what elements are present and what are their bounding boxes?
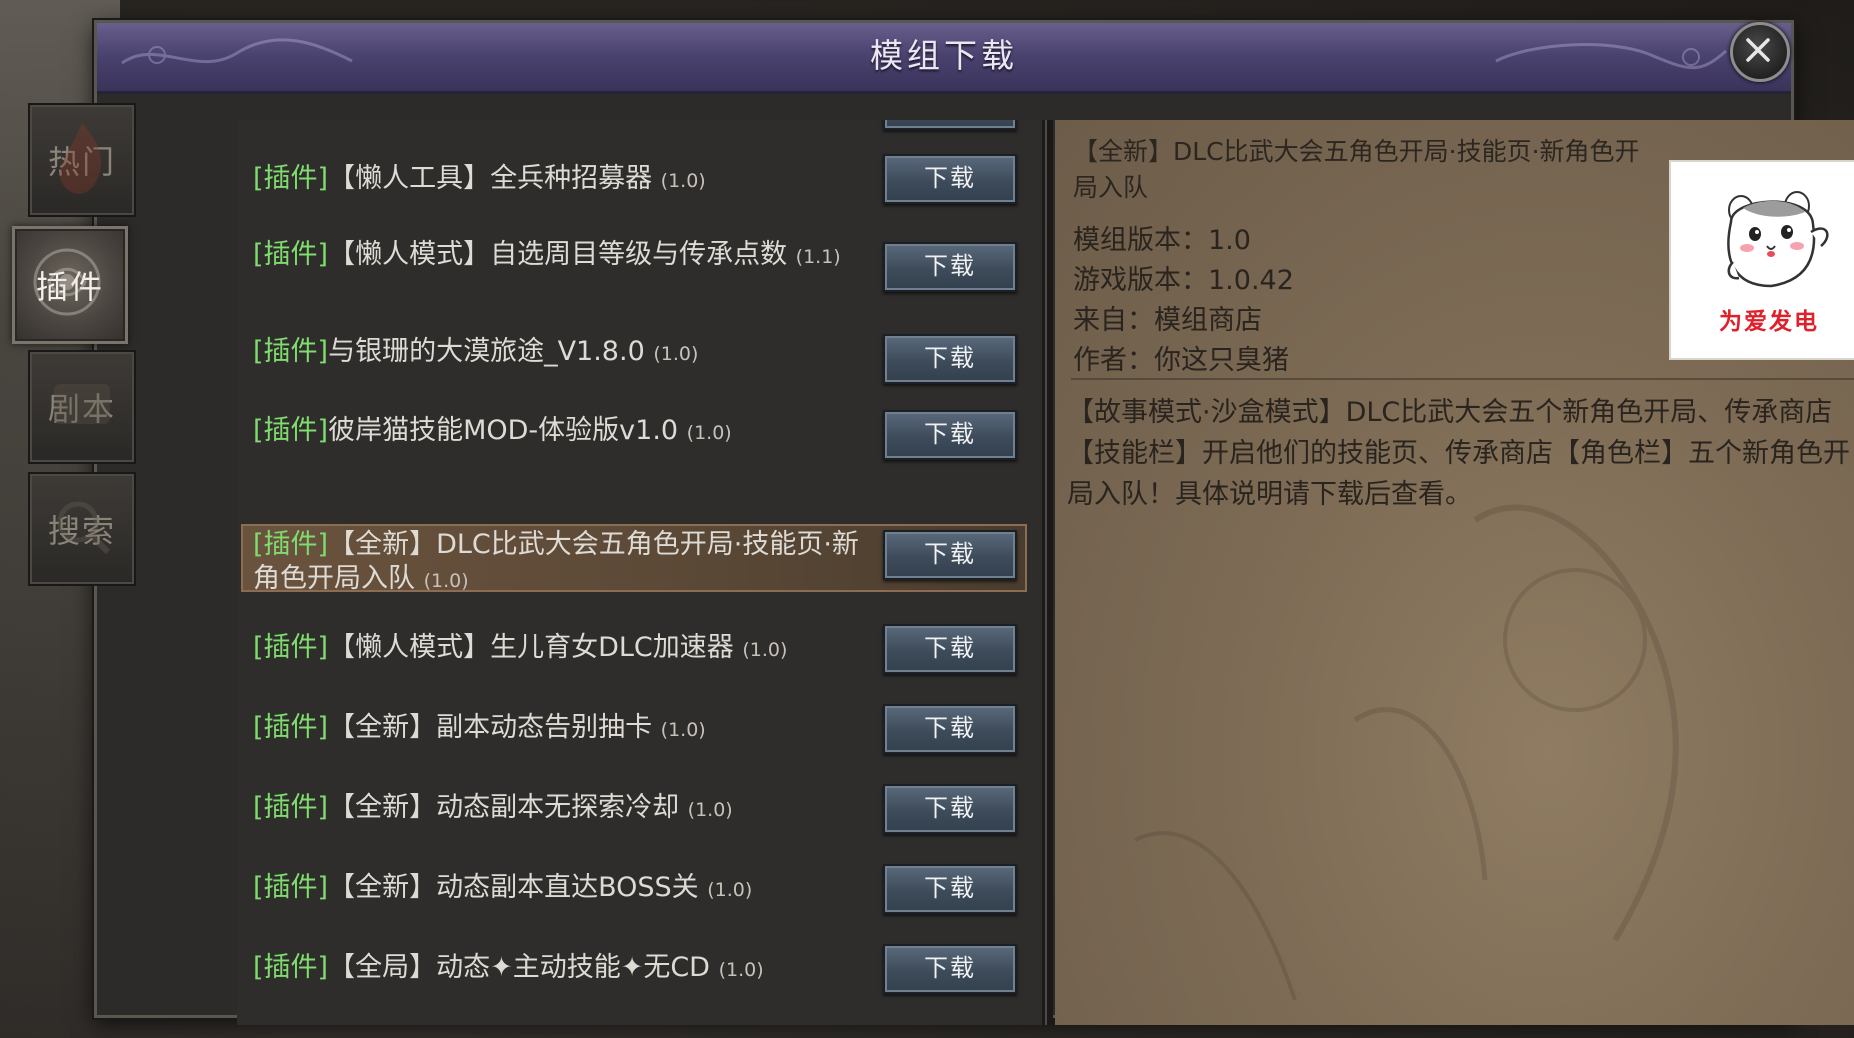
tab-hot[interactable]: 热门 [28,103,136,217]
download-button[interactable]: 下载 [883,530,1017,580]
detail-author: 作者：你这只臭猪 [1073,345,1289,376]
mod-name: 【全局】动态✦主动技能✦无CD [328,952,710,983]
mod-type-tag: [插件] [253,529,329,560]
detail-title: 【全新】DLC比武大会五角色开局·技能页·新角色开局入队 [1073,137,1640,202]
mod-type-tag: [插件] [253,336,329,367]
tab-search[interactable]: 搜索 [28,472,136,586]
tab-scenario[interactable]: 剧本 [28,350,136,464]
mod-version-badge: (1.0) [660,719,706,741]
thumbnail-caption: 为爱发电 [1719,309,1819,335]
mod-type-tag: [插件] [253,163,329,194]
tab-plugins[interactable]: 插件 [12,226,128,344]
download-button[interactable]: 下载 [883,784,1017,834]
mod-type-tag: [插件] [253,872,329,903]
mod-detail-panel: 【全新】DLC比武大会五角色开局·技能页·新角色开局入队 模组版本：1.0 游戏… [1055,120,1854,1025]
download-button[interactable]: 下载 [883,334,1017,384]
mod-name-label: [插件]与银珊的大漠旅途_V1.8.0 (1.0) [253,335,873,371]
rose-emblem-icon [33,248,101,316]
download-button[interactable]: 下载 [883,154,1017,204]
mod-version-badge: (1.0) [742,639,788,661]
mod-name-label: [插件]【全新】DLC比武大会五角色开局·技能页·新角色开局入队 (1.0) [253,528,873,598]
detail-divider [1071,378,1854,380]
mod-name: 彼岸猫技能MOD-体验版v1.0 [328,415,679,446]
mod-name: 【全新】DLC比武大会五角色开局·技能页·新角色开局入队 [253,529,859,594]
download-button[interactable]: 下载 [883,242,1017,292]
mod-name-label: [插件]【全新】动态副本无探索冷却 (1.0) [253,791,873,827]
mod-type-tag: [插件] [253,952,329,983]
detail-mod-version: 模组版本：1.0 [1073,225,1251,256]
mod-version-badge: (1.0) [686,422,732,444]
mod-name: 【全新】副本动态告别抽卡 [328,712,653,743]
mod-name: 【全新】动态副本直达BOSS关 [328,872,699,903]
mod-version-badge: (1.0) [687,799,733,821]
panel-divider [1045,120,1053,1025]
window-title: 模组下载 [870,36,1018,75]
mod-name-label: [插件]【全新】副本动态告别抽卡 (1.0) [253,711,873,747]
mod-version-badge: (1.0) [423,570,469,592]
mod-version-badge: (1.1) [795,246,841,268]
mod-type-tag: [插件] [253,239,329,270]
close-button[interactable] [1730,22,1790,82]
title-bar: 模组下载 [97,23,1791,94]
mod-type-tag: [插件] [253,712,329,743]
mod-name-label: [插件]【全新】动态副本直达BOSS关 (1.0) [253,871,873,907]
detail-description: 【故事模式·沙盒模式】DLC比武大会五个新角色开局、传承商店【技能栏】开启他们的… [1067,397,1850,510]
mod-version-badge: (1.0) [660,170,706,192]
mod-list-panel[interactable]: [插件]【懒人工具】全兵种招募器 (1.0) 下载 [插件]【懒人模式】自选周目等级… [237,120,1045,1025]
detail-source: 来自：模组商店 [1073,305,1262,336]
mod-type-tag: [插件] [253,792,329,823]
download-button[interactable]: 下载 [883,944,1017,994]
hamster-icon [1727,191,1829,288]
download-button-partial[interactable] [883,120,1017,130]
mod-version-badge: (1.0) [718,959,764,981]
mod-name: 【懒人模式】生儿育女DLC加速器 [328,632,734,663]
mod-name-label: [插件]彼岸猫技能MOD-体验版v1.0 (1.0) [253,414,873,450]
download-button[interactable]: 下载 [883,864,1017,914]
mod-version-badge: (1.0) [653,343,699,365]
mod-download-window: 模组下载 [插件]【懒人工具】全兵种招募器 (1.0) 下载 [插件]【懒人模式】自… [94,20,1854,1025]
download-button[interactable]: 下载 [883,704,1017,754]
mod-thumbnail: 为爱发电 [1669,160,1854,360]
mod-name: 【懒人工具】全兵种招募器 [328,163,653,194]
scroll-icon [54,384,110,424]
mod-name-label: [插件]【懒人工具】全兵种招募器 (1.0) [253,162,873,198]
detail-game-version: 游戏版本：1.0.42 [1073,265,1294,296]
close-icon [1746,38,1770,62]
mod-name-label: [插件]【懒人模式】自选周目等级与传承点数 (1.1) [253,238,873,274]
mod-version-badge: (1.0) [707,879,753,901]
mod-name: 【全新】动态副本无探索冷却 [328,792,680,823]
download-button[interactable]: 下载 [883,410,1017,460]
flame-icon [59,123,102,194]
mod-type-tag: [插件] [253,415,329,446]
mod-type-tag: [插件] [253,632,329,663]
mod-name: 【懒人模式】自选周目等级与传承点数 [328,239,788,270]
search-emblem-icon [57,501,111,555]
mod-name: 与银珊的大漠旅途_V1.8.0 [328,336,645,367]
download-button[interactable]: 下载 [883,624,1017,674]
mod-name-label: [插件]【懒人模式】生儿育女DLC加速器 (1.0) [253,631,873,667]
mod-name-label: [插件]【全局】动态✦主动技能✦无CD (1.0) [253,951,873,987]
